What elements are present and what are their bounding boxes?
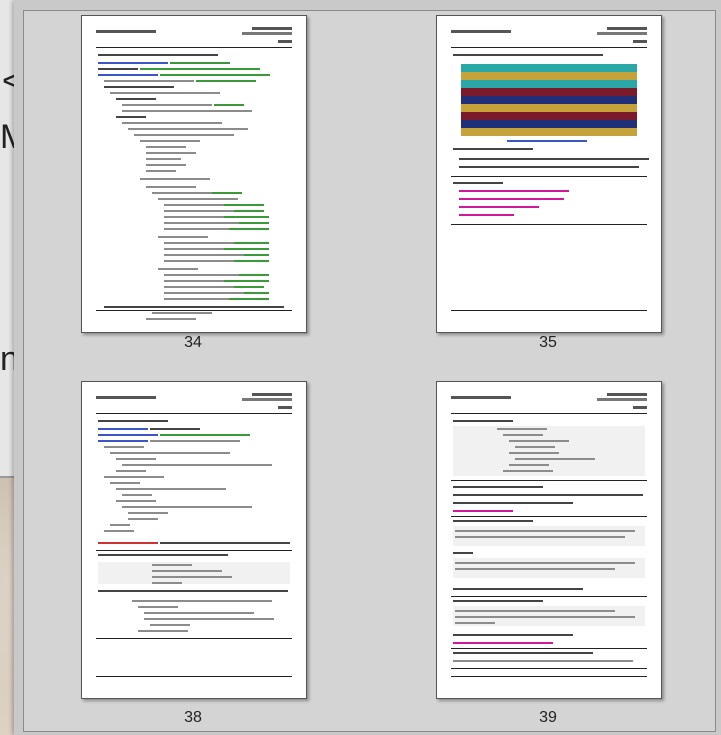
- page-thumbnail-35[interactable]: [436, 15, 662, 333]
- page-thumbnail-39[interactable]: [436, 381, 662, 699]
- print-preview-pane[interactable]: 34 35 38 39: [23, 10, 716, 732]
- print-preview-window[interactable]: 34 35 38 39: [14, 0, 721, 735]
- page-number-label: 39: [539, 709, 557, 726]
- page-thumbnail-38[interactable]: [81, 381, 307, 699]
- page-number-label: 38: [184, 709, 202, 726]
- page-thumbnail-34[interactable]: [81, 15, 307, 333]
- page-number-label: 34: [184, 334, 202, 351]
- page-number-label: 35: [539, 334, 557, 351]
